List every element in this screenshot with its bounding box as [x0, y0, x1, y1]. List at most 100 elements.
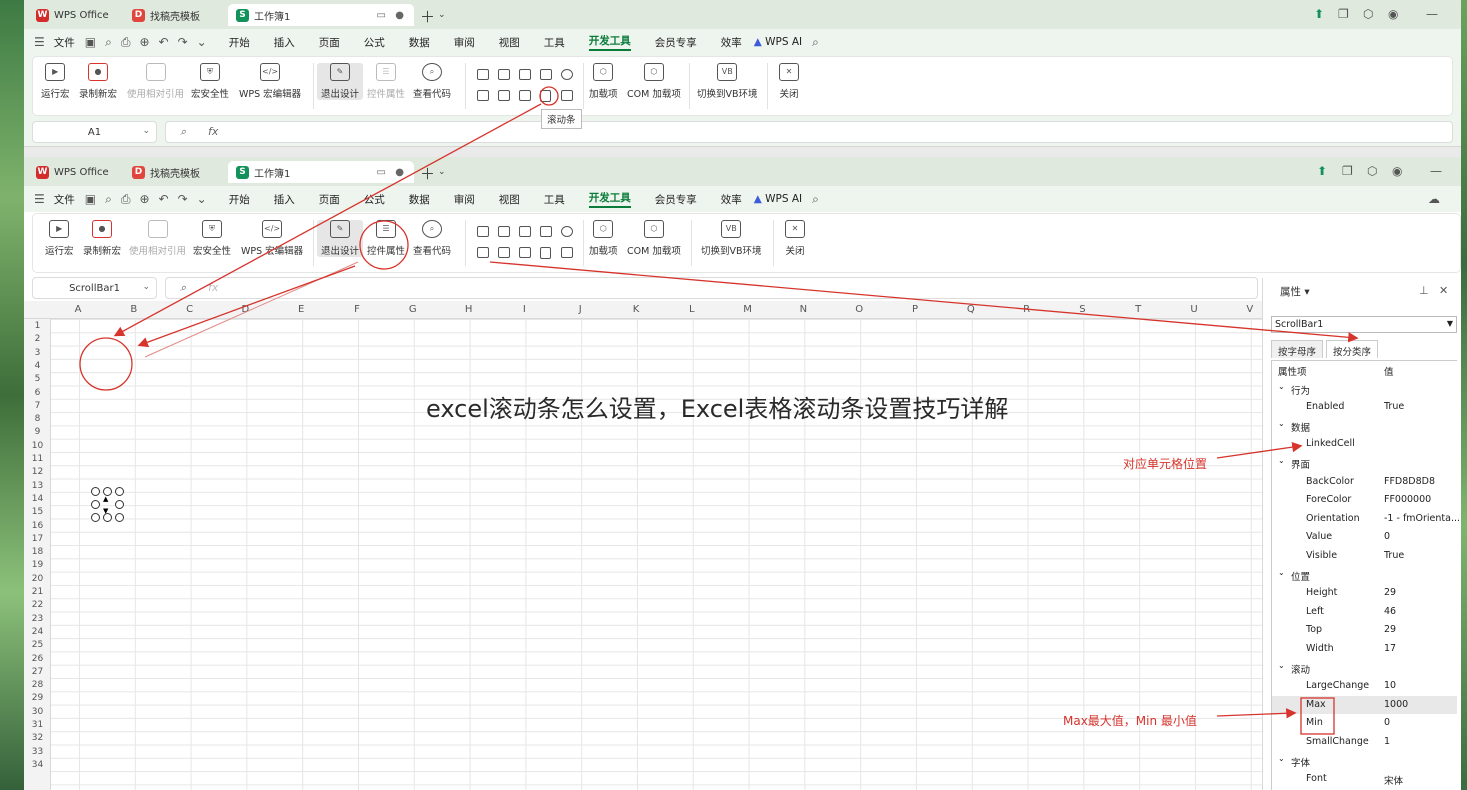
row-header[interactable]: 5 — [24, 374, 51, 384]
property-value[interactable]: FFD8D8D8 — [1384, 476, 1435, 487]
image-control-icon[interactable] — [519, 90, 531, 101]
property-row[interactable]: ForeColor FF000000 — [1272, 491, 1457, 510]
monitor-icon[interactable]: ▭ — [377, 167, 386, 178]
property-value[interactable]: 46 — [1384, 606, 1396, 617]
record-macro-button[interactable]: ● 录制新宏 — [79, 63, 117, 100]
run-macro-button[interactable]: ▶ 运行宏 — [41, 63, 70, 100]
property-category[interactable]: ⌄ 界面 — [1272, 454, 1457, 473]
textbox-control-icon[interactable] — [477, 226, 489, 237]
menu-developer[interactable]: 开发工具 — [588, 33, 631, 51]
column-header[interactable]: K — [626, 304, 646, 315]
menu-view[interactable]: 视图 — [499, 192, 520, 207]
column-header[interactable]: A — [68, 304, 88, 315]
window-icon[interactable]: ❐ — [1338, 7, 1349, 21]
column-header[interactable]: M — [738, 304, 758, 315]
option-control-icon[interactable] — [561, 69, 573, 80]
collapse-chevron-icon[interactable]: ⌄ — [1278, 661, 1285, 670]
redo-icon[interactable]: ↷ — [178, 192, 188, 206]
macro-editor-button[interactable]: </> WPS 宏编辑器 — [239, 63, 301, 100]
com-addins-button[interactable]: ⬡ COM 加载项 — [627, 63, 681, 100]
scrollbar-control-icon[interactable] — [540, 90, 551, 102]
macro-editor-button[interactable]: </> WPS 宏编辑器 — [241, 220, 303, 257]
label-control-icon[interactable] — [498, 247, 510, 258]
menu-home[interactable]: 开始 — [229, 192, 250, 207]
upload-icon[interactable]: ⬆ — [1317, 164, 1327, 178]
column-header[interactable]: R — [1017, 304, 1037, 315]
column-header[interactable]: O — [849, 304, 869, 315]
search-icon[interactable]: ⌕ — [812, 35, 819, 50]
tab-dropdown-icon[interactable]: ⌄ — [438, 167, 446, 177]
property-row[interactable]: Orientation -1 - fmOrienta... — [1272, 510, 1460, 529]
tab-workbook[interactable]: S 工作簿1 ▭ ● — [228, 4, 414, 26]
addins-button[interactable]: ⬡ 加载项 — [589, 63, 618, 100]
tab-alphabetic[interactable]: 按字母序 — [1271, 340, 1324, 358]
row-header[interactable]: 8 — [24, 414, 51, 424]
menu-insert[interactable]: 插入 — [274, 192, 295, 207]
switch-vb-button[interactable]: VB 切换到VB环境 — [697, 63, 758, 100]
scroll-up-arrow-icon[interactable]: ▲ — [103, 495, 108, 503]
tab-workbook[interactable]: S 工作簿1 ▭ ● — [228, 161, 414, 183]
tab-dropdown-icon[interactable]: ⌄ — [438, 10, 446, 20]
close-icon[interactable]: ✕ — [1439, 284, 1448, 297]
monitor-icon[interactable]: ▭ — [377, 10, 386, 21]
property-row[interactable]: LargeChange 10 — [1272, 677, 1457, 696]
box-icon[interactable]: ⬡ — [1367, 164, 1377, 178]
row-header[interactable]: 33 — [24, 747, 51, 757]
menu-data[interactable]: 数据 — [409, 35, 430, 50]
menu-review[interactable]: 审阅 — [454, 192, 475, 207]
property-category[interactable]: ⌄ 行为 — [1272, 380, 1457, 399]
print-preview-icon[interactable]: ⌕ — [105, 192, 112, 207]
property-row[interactable]: Top 29 — [1272, 621, 1457, 640]
tab-wps-office[interactable]: W WPS Office — [28, 161, 117, 183]
row-header[interactable]: 34 — [24, 760, 51, 770]
relative-ref-button[interactable]: 使用相对引用 — [127, 63, 184, 100]
menu-review[interactable]: 审阅 — [454, 35, 475, 50]
undo-icon[interactable]: ↶ — [159, 192, 169, 206]
menu-insert[interactable]: 插入 — [274, 35, 295, 50]
print-icon[interactable]: ⎙ — [121, 192, 131, 207]
property-row[interactable]: Min 0 — [1272, 714, 1457, 733]
collapse-chevron-icon[interactable]: ⌄ — [1278, 754, 1285, 763]
row-header[interactable]: 32 — [24, 733, 51, 743]
property-value[interactable]: 宋体 — [1384, 773, 1403, 787]
menu-formula[interactable]: 公式 — [364, 35, 385, 50]
property-row[interactable]: Visible True — [1272, 547, 1457, 566]
scroll-down-arrow-icon[interactable]: ▼ — [103, 507, 108, 515]
column-header[interactable]: P — [905, 304, 925, 315]
menu-developer[interactable]: 开发工具 — [588, 190, 631, 208]
row-header[interactable]: 18 — [24, 547, 51, 557]
chart-control-icon[interactable] — [477, 90, 489, 101]
collapse-chevron-icon[interactable]: ⌄ — [1278, 419, 1285, 428]
column-header[interactable]: J — [570, 304, 590, 315]
row-header[interactable]: 2 — [24, 334, 51, 344]
property-value[interactable]: 1 — [1384, 736, 1390, 747]
run-macro-button[interactable]: ▶ 运行宏 — [45, 220, 74, 257]
column-header[interactable]: S — [1072, 304, 1092, 315]
property-row[interactable]: LinkedCell — [1272, 435, 1457, 454]
property-value[interactable]: FF000000 — [1384, 494, 1431, 505]
control-props-button[interactable]: ☰ 控件属性 — [367, 220, 405, 257]
column-header[interactable]: G — [403, 304, 423, 315]
new-tab-icon[interactable]: ＋ — [420, 6, 435, 27]
row-header[interactable]: 16 — [24, 521, 51, 531]
row-header[interactable]: 4 — [24, 361, 51, 371]
column-header[interactable]: L — [682, 304, 702, 315]
row-header[interactable]: 6 — [24, 388, 51, 398]
menu-list-icon[interactable]: ☰ — [34, 35, 45, 49]
menu-efficiency[interactable]: 效率 — [721, 35, 742, 50]
row-header[interactable]: 12 — [24, 467, 51, 477]
column-header[interactable]: T — [1128, 304, 1148, 315]
print-preview-icon[interactable]: ⌕ — [105, 35, 112, 50]
pin-icon[interactable]: ⊥ — [1419, 284, 1429, 297]
close-button[interactable]: ✕ 关闭 — [785, 220, 805, 257]
row-header[interactable]: 28 — [24, 680, 51, 690]
property-value[interactable]: True — [1384, 401, 1404, 412]
property-row[interactable]: BackColor FFD8D8D8 — [1272, 473, 1457, 492]
resize-handle[interactable] — [91, 500, 100, 509]
column-header[interactable]: D — [235, 304, 255, 315]
view-code-button[interactable]: ⌕ 查看代码 — [413, 63, 451, 100]
column-header[interactable]: B — [124, 304, 144, 315]
property-row[interactable]: Enabled True — [1272, 398, 1457, 417]
tab-wps-office[interactable]: W WPS Office — [28, 4, 117, 26]
property-value[interactable]: -1 - fmOrienta... — [1384, 513, 1460, 524]
